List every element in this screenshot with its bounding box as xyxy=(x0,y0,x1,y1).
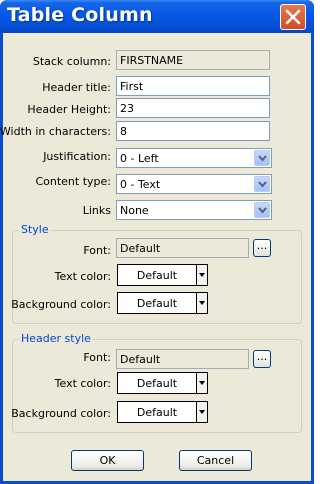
header-title-input[interactable]: First xyxy=(116,76,270,96)
content-type-label: Content type: xyxy=(35,175,111,188)
close-button[interactable] xyxy=(280,4,306,30)
window-title: Table Column xyxy=(7,4,153,26)
content-type-dropdown-button[interactable] xyxy=(254,176,270,192)
header-text-color-value: Default xyxy=(117,372,197,394)
cancel-button[interactable]: Cancel xyxy=(179,450,252,471)
style-text-color-value: Default xyxy=(117,264,197,286)
chevron-down-icon xyxy=(258,155,267,162)
title-bar[interactable]: Table Column xyxy=(0,0,314,33)
style-font-field: Default xyxy=(116,238,249,258)
header-font-label: Font: xyxy=(83,351,111,364)
justification-dropdown-button[interactable] xyxy=(254,150,270,166)
caret-down-icon xyxy=(199,301,205,305)
header-font-browse-button[interactable]: ... xyxy=(253,350,271,368)
justification-value: 0 - Left xyxy=(120,152,159,165)
stack-column-field: FIRSTNAME xyxy=(116,50,270,70)
header-title-label: Header title: xyxy=(42,81,111,94)
header-text-color-picker[interactable]: Default xyxy=(117,372,208,394)
header-bg-color-value: Default xyxy=(117,401,197,423)
style-bg-color-picker[interactable]: Default xyxy=(117,292,208,314)
links-select[interactable]: None xyxy=(116,200,272,220)
width-chars-label: Width in characters: xyxy=(0,125,111,138)
width-chars-input[interactable]: 8 xyxy=(116,121,270,141)
style-group-title: Style xyxy=(19,223,51,236)
links-value: None xyxy=(120,204,149,217)
style-font-label: Font: xyxy=(83,244,111,257)
header-text-color-label: Text color: xyxy=(54,377,111,390)
style-bg-color-label: Background color: xyxy=(11,298,111,311)
header-style-group-title: Header style xyxy=(19,332,93,345)
chevron-down-icon xyxy=(258,181,267,188)
header-bg-color-label: Background color: xyxy=(11,407,111,420)
ok-button[interactable]: OK xyxy=(71,450,144,471)
dialog-client: Stack column: FIRSTNAME Header title: Fi… xyxy=(0,33,311,481)
justification-select[interactable]: 0 - Left xyxy=(116,148,272,168)
style-text-color-dropdown[interactable] xyxy=(197,264,208,286)
stack-column-label: Stack column: xyxy=(32,55,111,68)
header-font-field: Default xyxy=(116,349,249,369)
caret-down-icon xyxy=(199,381,205,385)
style-bg-color-value: Default xyxy=(117,292,197,314)
links-label: Links xyxy=(82,204,111,217)
justification-label: Justification: xyxy=(43,150,111,163)
style-font-browse-button[interactable]: ... xyxy=(253,239,271,257)
header-height-label: Header Height: xyxy=(27,103,111,116)
header-bg-color-dropdown[interactable] xyxy=(197,401,208,423)
content-type-select[interactable]: 0 - Text xyxy=(116,174,272,194)
style-text-color-label: Text color: xyxy=(54,270,111,283)
chevron-down-icon xyxy=(258,207,267,214)
style-text-color-picker[interactable]: Default xyxy=(117,264,208,286)
header-bg-color-picker[interactable]: Default xyxy=(117,401,208,423)
header-height-input[interactable]: 23 xyxy=(116,98,270,118)
header-text-color-dropdown[interactable] xyxy=(197,372,208,394)
content-type-value: 0 - Text xyxy=(120,178,161,191)
dialog-window: Table Column Stack column: FIRSTNAME Hea… xyxy=(0,0,314,484)
caret-down-icon xyxy=(199,410,205,414)
close-icon xyxy=(285,9,301,25)
links-dropdown-button[interactable] xyxy=(254,202,270,218)
caret-down-icon xyxy=(199,273,205,277)
style-bg-color-dropdown[interactable] xyxy=(197,292,208,314)
